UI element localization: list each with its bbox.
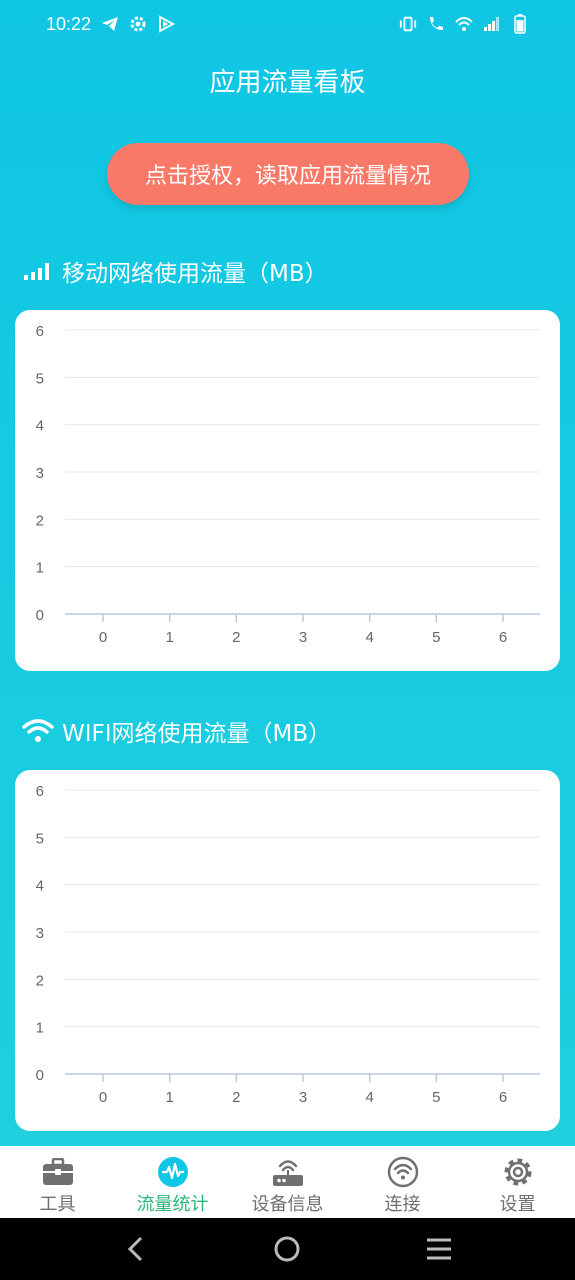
status-time: 10:22	[46, 13, 92, 34]
cellular-signal-icon	[22, 257, 54, 285]
tab-device-info-label: 设备信息	[251, 1194, 324, 1215]
wifi-section-title: WIFI网络使用流量（MB）	[22, 714, 331, 748]
x-tick-label: 5	[432, 1089, 440, 1106]
status-left: 10:22	[46, 13, 176, 35]
x-tick-label: 6	[499, 629, 507, 646]
wifi-icon	[22, 717, 54, 745]
x-tick-label: 0	[99, 1089, 107, 1106]
x-tick-label: 0	[99, 629, 107, 646]
system-nav-bar	[0, 1218, 575, 1280]
x-tick-label: 6	[499, 1089, 507, 1106]
y-tick-label: 2	[36, 972, 44, 989]
wifi-icon	[455, 15, 473, 33]
mobile-section-label: 移动网络使用流量（MB）	[62, 261, 328, 287]
y-tick-label: 5	[36, 370, 44, 387]
vibrate-icon	[399, 15, 417, 33]
tab-connect[interactable]: 连接	[345, 1146, 460, 1218]
settings-gear-icon	[129, 15, 147, 33]
mobile-traffic-chart: 0 1 2 3 4 5 6 0 1 2 3 4 5 6	[36, 323, 540, 646]
wifi-section-label: WIFI网络使用流量（MB）	[62, 721, 332, 747]
y-tick-label: 6	[36, 323, 44, 340]
toolbox-icon	[41, 1156, 75, 1188]
tab-settings-label: 设置	[499, 1194, 536, 1215]
wifi-call-icon	[427, 15, 445, 33]
authorize-button[interactable]: 点击授权，读取应用流量情况	[107, 143, 469, 205]
y-tick-label: 5	[36, 830, 44, 847]
pulse-icon	[156, 1156, 190, 1188]
telegram-icon	[101, 15, 119, 33]
y-tick-label: 6	[36, 783, 44, 800]
battery-icon	[511, 14, 529, 34]
home-icon[interactable]	[267, 1229, 307, 1269]
x-tick-label: 1	[165, 1089, 173, 1106]
y-tick-label: 3	[36, 925, 44, 942]
tab-traffic-stats[interactable]: 流量统计	[115, 1146, 230, 1218]
wifi-circle-icon	[386, 1156, 420, 1188]
tab-device-info[interactable]: 设备信息	[230, 1146, 345, 1218]
page-title: 应用流量看板	[209, 68, 366, 98]
status-bar: 10:22	[0, 0, 575, 48]
x-tick-label: 3	[299, 629, 307, 646]
x-tick-label: 2	[232, 1089, 240, 1106]
x-tick-label: 4	[365, 1089, 373, 1106]
menu-icon[interactable]	[419, 1229, 459, 1269]
wifi-traffic-chart: 0 1 2 3 4 5 6 0 1 2 3 4 5 6	[36, 783, 540, 1106]
x-tick-label: 3	[299, 1089, 307, 1106]
tab-settings[interactable]: 设置	[460, 1146, 575, 1218]
gear-icon	[501, 1156, 535, 1188]
status-right	[399, 14, 529, 34]
y-tick-label: 3	[36, 465, 44, 482]
x-tick-label: 4	[365, 629, 373, 646]
wifi-chart-card: 0 1 2 3 4 5 6 0 1 2 3 4 5 6	[15, 770, 560, 1131]
x-tick-label: 1	[165, 629, 173, 646]
tab-tools[interactable]: 工具	[0, 1146, 115, 1218]
play-icon	[157, 15, 176, 33]
mobile-chart-card: 0 1 2 3 4 5 6 0 1 2 3 4 5 6	[15, 310, 560, 671]
x-tick-label: 2	[232, 629, 240, 646]
y-tick-label: 0	[36, 607, 44, 624]
y-tick-label: 4	[36, 418, 44, 435]
y-tick-label: 1	[36, 1020, 44, 1037]
tab-traffic-stats-label: 流量统计	[136, 1194, 209, 1215]
mobile-section-title: 移动网络使用流量（MB）	[22, 254, 328, 288]
x-tick-label: 5	[432, 629, 440, 646]
back-icon[interactable]	[116, 1229, 156, 1269]
router-icon	[271, 1156, 305, 1188]
tab-tools-label: 工具	[39, 1194, 76, 1215]
bottom-tab-bar: 工具 流量统计 设备信息 连接 设置	[0, 1146, 575, 1218]
y-tick-label: 0	[36, 1067, 44, 1084]
y-tick-label: 1	[36, 560, 44, 577]
tab-connect-label: 连接	[384, 1194, 421, 1215]
y-tick-label: 4	[36, 878, 44, 895]
y-tick-label: 2	[36, 512, 44, 529]
signal-icon	[483, 15, 501, 33]
